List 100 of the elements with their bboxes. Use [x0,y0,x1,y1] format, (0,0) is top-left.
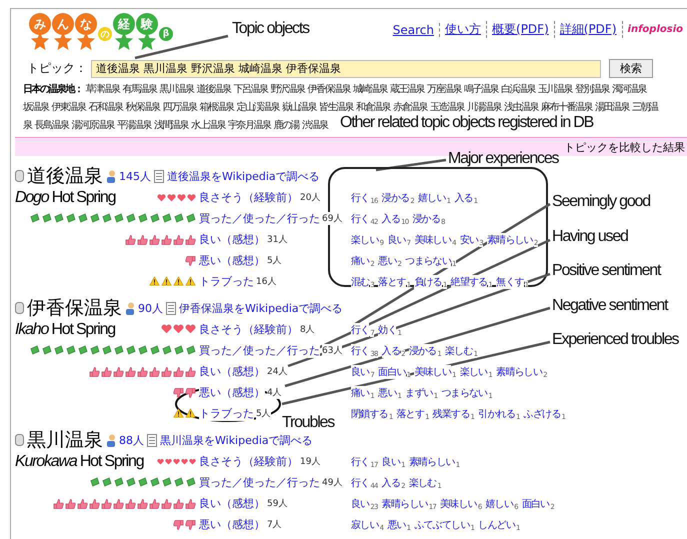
spot-link[interactable]: 赤倉温泉 [393,100,427,114]
spot-link[interactable]: 白浜温泉 [501,82,535,96]
word-link[interactable]: 閉鎖する [351,406,388,420]
word-link[interactable]: 美味しい [440,496,477,510]
spot-link[interactable]: 玉川温泉 [538,82,572,96]
word-link[interactable]: 良い [382,454,400,468]
word-link[interactable]: 悪い [378,386,396,400]
spot-link[interactable]: 道後温泉 [196,82,230,96]
word-link[interactable]: 入る [382,344,400,358]
spot-link[interactable]: 草津温泉 [86,82,120,96]
word-link[interactable]: 浸かる [408,344,436,358]
word-link[interactable]: 楽しむ [408,476,436,490]
spot-link[interactable]: 麻布十番温泉 [541,100,592,114]
word-link[interactable]: 嬉しい [418,190,446,204]
word-link[interactable]: 入る [382,476,400,490]
people-count-link[interactable]: 90人 [138,300,163,316]
spot-link[interactable]: 浅間温泉 [154,118,188,132]
experience-link[interactable]: 買った／使った／行った [199,211,320,226]
word-link[interactable]: 落とす [396,406,424,420]
spot-link[interactable]: 黒川温泉 [160,82,194,96]
spot-link[interactable]: 万座温泉 [427,82,461,96]
spot-link[interactable]: 石和温泉 [88,100,122,114]
word-link[interactable]: 美味しい [414,364,452,378]
people-count-link[interactable]: 145人 [119,168,151,184]
nav-link[interactable]: 使い方 [440,21,488,38]
spot-link[interactable]: 伊東温泉 [52,100,86,114]
spot-link[interactable]: 長島温泉 [34,118,68,132]
word-link[interactable]: 入る [382,212,400,226]
spot-link[interactable]: 平湯温泉 [117,118,151,132]
word-link[interactable]: 悪い [378,254,396,268]
word-link[interactable]: 痛い [351,386,370,400]
spot-link[interactable]: 皆生温泉 [319,100,353,114]
word-link[interactable]: 落とす [378,274,406,288]
spot-link[interactable]: 玉造温泉 [430,100,464,114]
spot-link[interactable]: 四万温泉 [162,100,196,114]
spot-link[interactable]: 登別温泉 [575,82,609,96]
spot-link[interactable]: 秋保温泉 [126,100,160,114]
word-link[interactable]: 面白い [522,496,550,510]
spot-link[interactable]: 箱根温泉 [200,100,234,114]
word-link[interactable]: 入る [454,190,473,204]
word-link[interactable]: しんどい [478,518,515,532]
wikipedia-link[interactable]: 黒川温泉をWikipediaで調べる [160,432,313,448]
word-link[interactable]: 安い [460,232,478,246]
spot-link[interactable]: 湯田温泉 [595,100,629,114]
spot-link[interactable]: 川湯温泉 [467,100,501,114]
spot-link[interactable]: 鳴子温泉 [464,82,498,96]
brand-logo[interactable]: infoplosio [622,24,683,35]
wikipedia-link[interactable]: 道後温泉をWikipediaで調べる [167,168,320,184]
spot-link[interactable]: 野沢温泉 [270,82,304,96]
word-link[interactable]: 嬉しい [486,496,514,510]
word-link[interactable]: 素晴らしい [496,364,542,378]
word-link[interactable]: 行く [351,344,370,358]
word-link[interactable]: 寂しい [351,518,379,532]
spot-link[interactable]: 定山渓温泉 [236,100,279,114]
spot-link[interactable]: 水上温泉 [191,118,225,132]
word-link[interactable]: 痛い [351,254,370,268]
word-link[interactable]: 負ける [414,274,442,288]
spot-link[interactable]: 蔵王温泉 [390,82,424,96]
word-link[interactable]: ふざける [524,406,560,420]
nav-link[interactable]: Search [388,22,440,36]
spot-link[interactable]: 宇奈月温泉 [228,118,270,132]
word-link[interactable]: 楽しい [460,364,488,378]
word-link[interactable]: 効く [378,322,396,336]
word-link[interactable]: ふてぶてしい [414,518,470,532]
word-link[interactable]: 楽しい [351,232,379,246]
spot-link[interactable]: 有馬温泉 [122,82,156,96]
spot-link[interactable]: 濁河温泉 [612,82,646,96]
word-link[interactable]: 悪い [387,518,406,532]
word-link[interactable]: つまらない [405,254,452,268]
search-button[interactable]: 検索 [609,59,653,78]
word-link[interactable]: 残業する [432,406,470,420]
spot-link[interactable]: 鹿の湯 [274,118,299,132]
word-link[interactable]: 引かれる [478,406,516,420]
word-link[interactable]: つまらない [441,386,488,400]
word-link[interactable]: 絶望する [450,274,488,288]
nav-link[interactable]: 詳細(PDF) [554,21,623,38]
word-link[interactable]: 行く [351,476,370,490]
people-count-link[interactable]: 88人 [119,432,144,448]
spot-link[interactable]: 渋温泉 [302,118,328,132]
spot-link[interactable]: 泉 [23,118,32,132]
word-link[interactable]: 浸かる [412,212,440,226]
wikipedia-link[interactable]: 伊香保温泉をWikipediaで調べる [179,300,343,316]
spot-link[interactable]: 三朝温 [632,100,658,114]
word-link[interactable]: 良い [351,496,370,510]
experience-link[interactable]: 買った／使った／行った [199,475,320,490]
nav-link[interactable]: 概要(PDF) [487,21,555,38]
word-link[interactable]: 良い [387,232,406,246]
experience-link[interactable]: トラブった [199,406,254,421]
word-link[interactable]: 面白い [378,364,406,378]
topic-field[interactable]: 道後温泉 黒川温泉 野沢温泉 城崎温泉 伊香保温泉 [91,60,601,78]
word-link[interactable]: 素晴らしい [486,232,533,246]
spot-link[interactable]: 湯河原温泉 [72,118,114,132]
word-link[interactable]: 浸かる [382,190,410,204]
experience-link[interactable]: 買った／使った／行った [199,343,320,358]
spot-link[interactable]: 和倉温泉 [356,100,390,114]
word-link[interactable]: 楽しむ [445,344,473,358]
word-link[interactable]: 行く [351,190,370,204]
spot-link[interactable]: 伊香保温泉 [308,82,350,96]
word-link[interactable]: 美味しい [414,232,452,246]
experience-link[interactable]: 悪い（感想） [199,385,265,400]
